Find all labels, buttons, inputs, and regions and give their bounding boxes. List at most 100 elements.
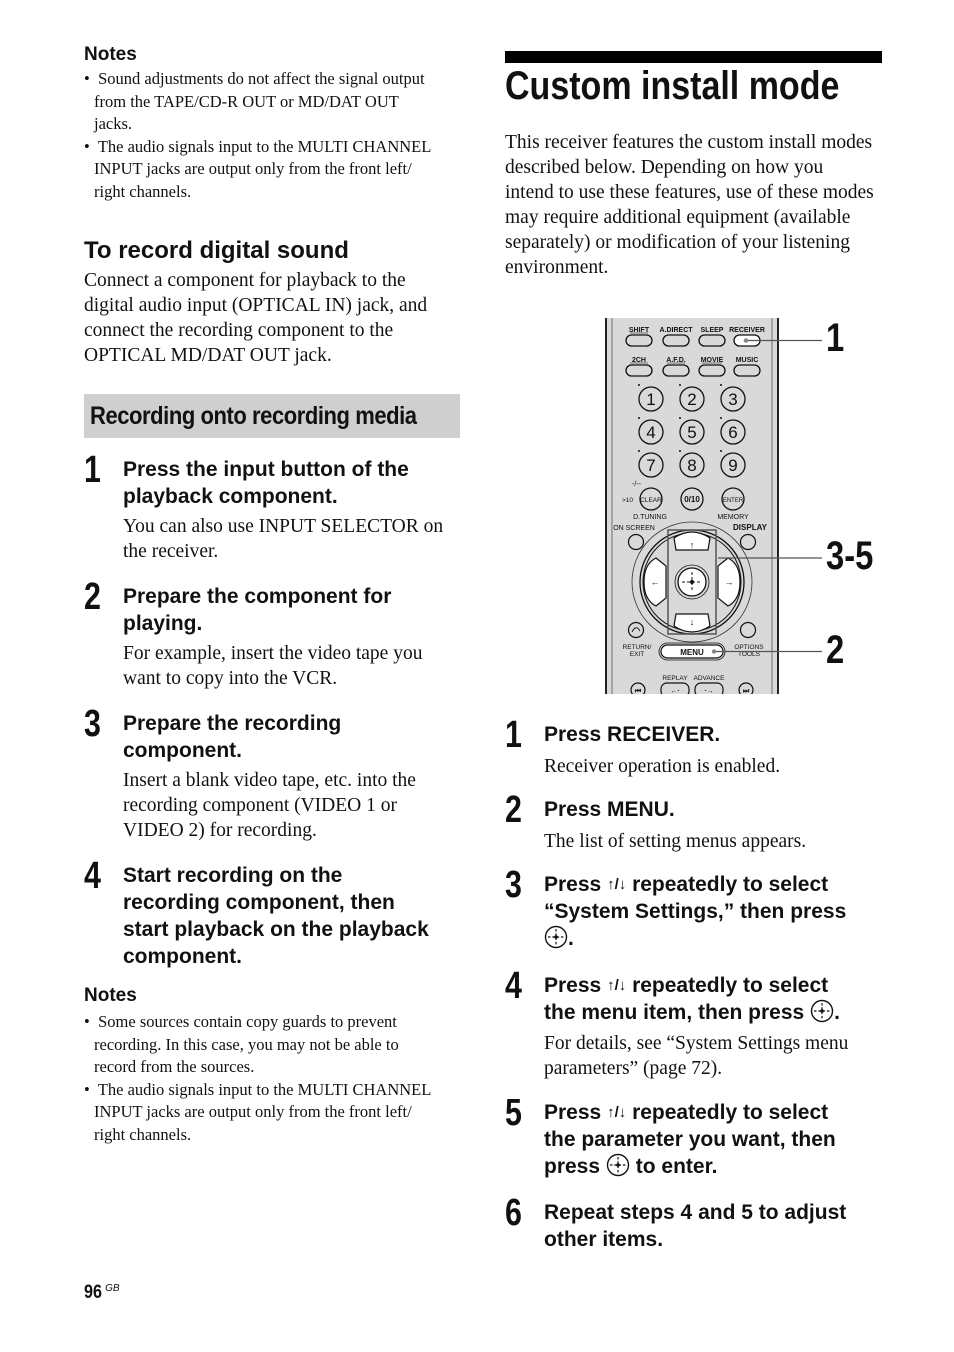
step-title-line: component. xyxy=(123,739,242,762)
left-step-2: 2 Prepare the component for playing. For… xyxy=(84,576,464,702)
remote-label: ENTER xyxy=(723,498,744,504)
step-number: 6 xyxy=(505,1192,522,1234)
note-item: The audio signals input to the MULTI CHA… xyxy=(84,136,464,204)
step-title-line: Press the input button of the xyxy=(123,458,409,481)
remote-label: -/-- xyxy=(632,481,642,488)
left-column: Notes Sound adjustments do not affect th… xyxy=(84,44,464,203)
title-fragment: repeatedly to select xyxy=(632,974,829,997)
step-title: Prepare the component for playing. xyxy=(123,583,391,637)
remote-dot xyxy=(679,417,681,419)
title-fragment: . xyxy=(834,1001,840,1024)
remote-number-label: 4 xyxy=(646,423,655,442)
remote-number-label: 6 xyxy=(728,423,737,442)
right-step-6: 6 Repeat steps 4 and 5 to adjust other i… xyxy=(505,1192,895,1258)
up-down-arrow-icon: ↑/↓ xyxy=(607,977,627,994)
step-body: Insert a blank video tape, etc. into the… xyxy=(123,768,468,843)
enter-button-icon xyxy=(606,1153,630,1184)
title-fragment: repeatedly to select xyxy=(632,1101,829,1124)
step-title-line: component. xyxy=(123,945,242,968)
notes-heading: Notes xyxy=(84,985,137,1006)
notes-heading: Notes xyxy=(84,44,137,65)
up-down-arrow-icon: ↑/↓ xyxy=(607,876,627,893)
section-heading: Recording onto recording media xyxy=(90,401,417,430)
paragraph-line: connect the recording component to the xyxy=(84,320,394,341)
paragraph-line: described below. Depending on how you xyxy=(505,157,824,178)
step-title-line: recording component, then xyxy=(123,891,395,914)
svg-text:⏭: ⏭ xyxy=(743,688,750,694)
subheading-record-digital: To record digital sound xyxy=(84,237,349,264)
enter-button-icon xyxy=(544,925,568,956)
remote-label-adirect: A.DIRECT xyxy=(659,327,693,334)
step-body-line: recording component (VIDEO 1 or xyxy=(123,795,397,816)
step-body-line: want to copy into the VCR. xyxy=(123,668,338,689)
step-title: Repeat steps 4 and 5 to adjust other ite… xyxy=(544,1199,846,1253)
region-code: GB xyxy=(105,1283,120,1294)
note-line: The audio signals input to the MULTI CHA… xyxy=(97,136,432,156)
step-number: 2 xyxy=(505,789,522,831)
step-body-line: For example, insert the video tape you xyxy=(123,643,423,664)
step-title-line: Prepare the recording xyxy=(123,712,342,735)
step-body-line: Insert a blank video tape, etc. into the xyxy=(123,770,416,791)
step-body: You can also use INPUT SELECTOR on the r… xyxy=(123,514,468,564)
step-title-line: start playback on the playback xyxy=(123,918,429,941)
svg-text:↑: ↑ xyxy=(690,540,695,550)
notes-block-2: Notes Some sources contain copy guards t… xyxy=(84,985,464,1146)
step-title-line: Press ↑/↓ repeatedly to select xyxy=(544,1099,894,1126)
step-title: Press ↑/↓ repeatedly to select “System S… xyxy=(544,871,894,956)
note-line: INPUT jacks are output only from the fro… xyxy=(94,1102,412,1121)
remote-label: RETURN/ xyxy=(623,644,652,651)
note-line: Some sources contain copy guards to prev… xyxy=(98,1012,397,1031)
step-title-line: . xyxy=(544,925,894,956)
note-line: jacks. xyxy=(94,114,133,133)
remote-label: >10 xyxy=(622,497,633,504)
step-body: For example, insert the video tape you w… xyxy=(123,641,468,691)
right-step-2: 2 Press MENU. The list of setting menus … xyxy=(505,789,895,860)
note-line: Sound adjustments do not affect the sign… xyxy=(98,69,425,88)
paragraph-line: This receiver features the custom instal… xyxy=(505,132,873,153)
remote-label: ON SCREEN xyxy=(613,525,655,532)
remote-label-music: MUSIC xyxy=(736,357,759,364)
remote-dot xyxy=(638,384,640,386)
note-line: INPUT jacks are output only from the fro… xyxy=(94,159,412,178)
note-line: record from the sources. xyxy=(94,1057,255,1076)
paragraph-line: separately) or modification of your list… xyxy=(505,232,850,253)
step-body-line: parameters” (page 72). xyxy=(544,1058,723,1079)
remote-label-receiver: RECEIVER xyxy=(729,327,765,334)
left-step-3: 3 Prepare the recording component. Inser… xyxy=(84,703,464,849)
remote-label: D.TUNING xyxy=(633,514,667,521)
title-fragment: press xyxy=(544,1155,601,1178)
step-body: Receiver operation is enabled. xyxy=(544,756,781,777)
digital-paragraph: Connect a component for playback to the … xyxy=(84,268,464,368)
step-number: 1 xyxy=(84,449,101,491)
intro-paragraph: This receiver features the custom instal… xyxy=(505,130,885,280)
remote-label: DISPLAY xyxy=(733,523,768,532)
page-title: Custom install mode xyxy=(505,64,840,108)
step-title-line: playing. xyxy=(123,612,203,635)
note-line: The audio signals input to the MULTI CHA… xyxy=(97,1079,432,1099)
step-title-line: “System Settings,” then press xyxy=(544,900,847,923)
step-title: Prepare the recording component. xyxy=(123,710,341,764)
step-title-line: the parameter you want, then xyxy=(544,1128,836,1151)
step-title-line: Start recording on the xyxy=(123,864,343,887)
remote-number-label: 8 xyxy=(687,456,696,475)
step-title-line: the menu item, then press . xyxy=(544,999,894,1030)
callout-step-1: 1 xyxy=(826,316,845,360)
right-step-1: 1 Press RECEIVER. Receiver operation is … xyxy=(505,714,895,785)
note-line: right channels. xyxy=(94,1124,192,1144)
section-heading-band: Recording onto recording media xyxy=(84,394,460,438)
left-step-4: 4 Start recording on the recording compo… xyxy=(84,855,474,976)
enter-button-icon xyxy=(810,999,834,1030)
paragraph-line: intend to use these features, use of the… xyxy=(505,182,874,203)
step-title: Press RECEIVER. xyxy=(544,723,721,746)
paragraph-line: Connect a component for playback to the xyxy=(84,270,406,291)
step-number: 3 xyxy=(505,864,522,906)
step-body: The list of setting menus appears. xyxy=(544,831,807,852)
title-fragment: Press xyxy=(544,1101,602,1124)
callout-steps-3-5: 3-5 xyxy=(826,534,874,578)
remote-number-label: 1 xyxy=(646,390,655,409)
right-step-3: 3 Press ↑/↓ repeatedly to select “System… xyxy=(505,864,895,960)
step-title-line: Press ↑/↓ repeatedly to select xyxy=(544,871,894,898)
title-fragment: repeatedly to select xyxy=(632,873,829,896)
remote-number-label: 3 xyxy=(728,390,737,409)
note-item: Some sources contain copy guards to prev… xyxy=(84,1011,464,1079)
